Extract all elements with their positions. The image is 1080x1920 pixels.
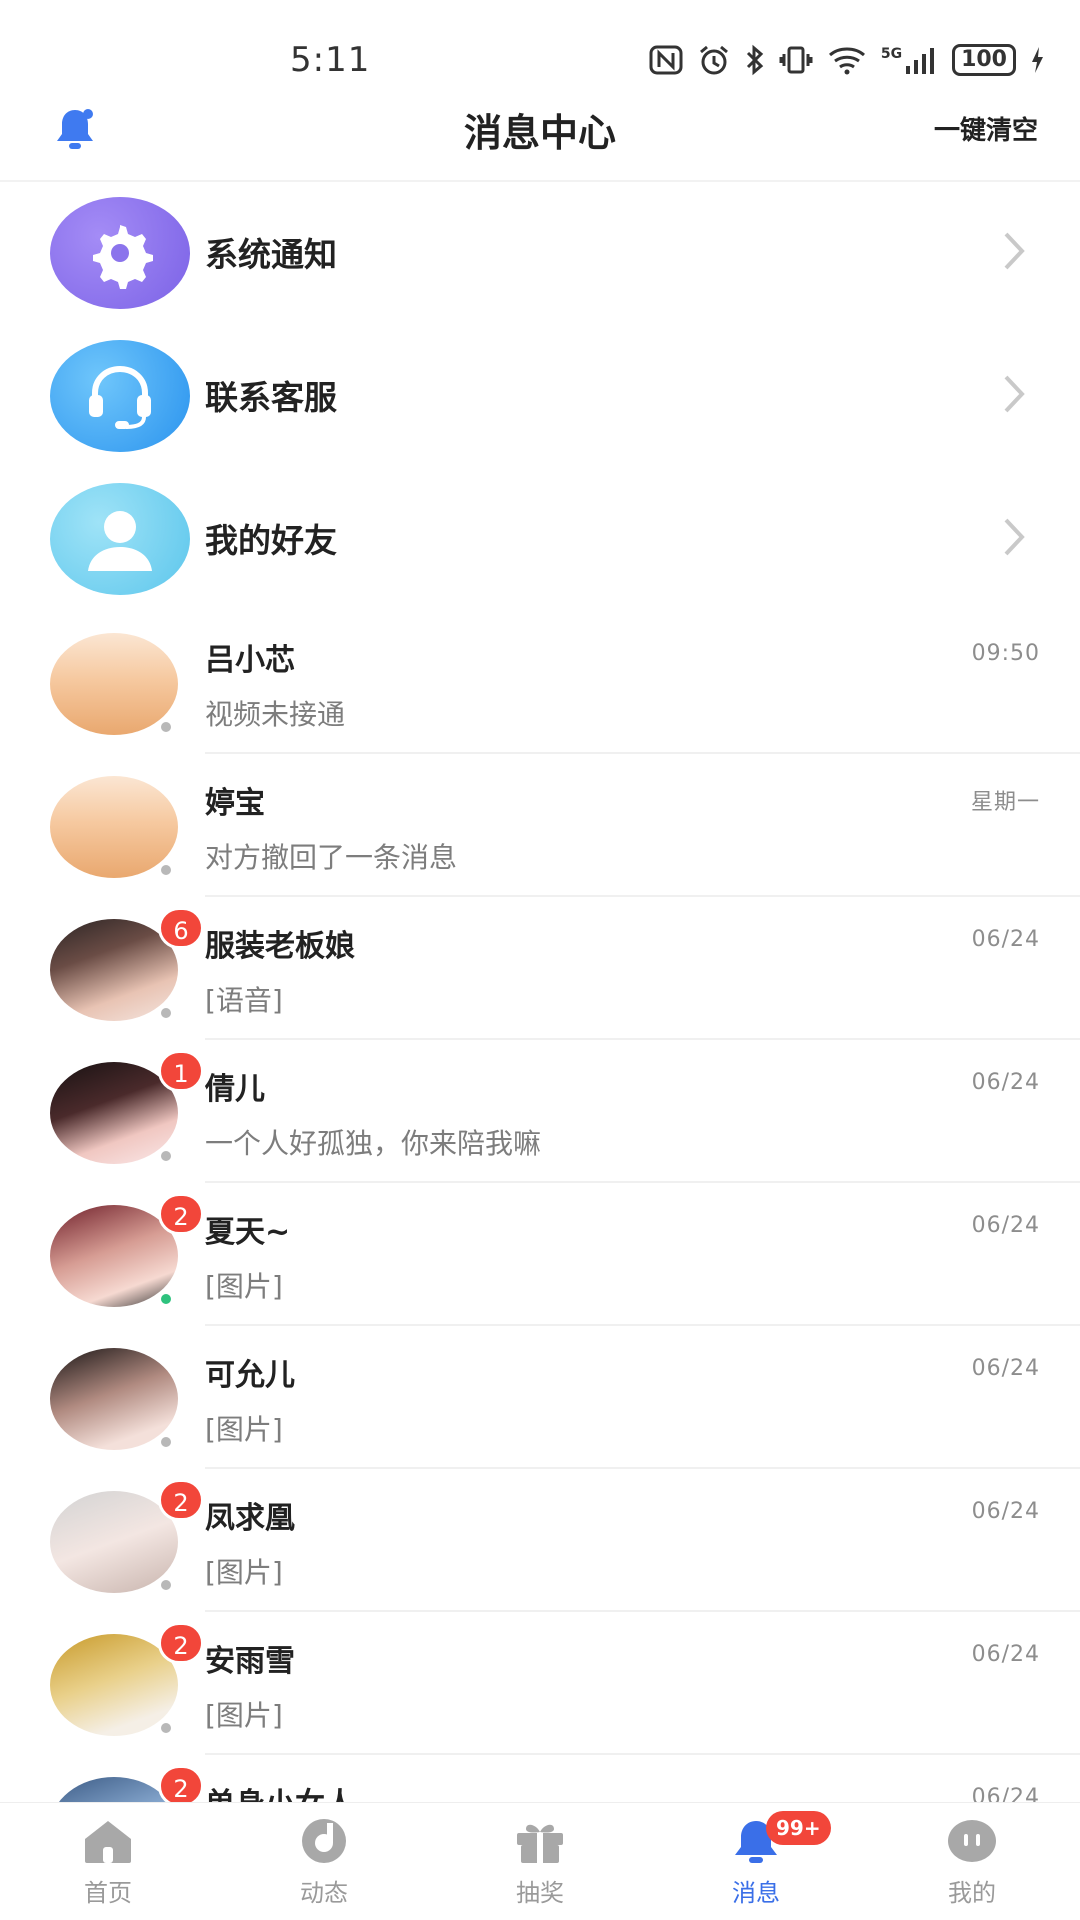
status-dot	[158, 1577, 174, 1593]
avatar	[50, 633, 178, 735]
alarm-icon	[697, 44, 731, 76]
last-message: [图片]	[205, 1270, 283, 1303]
status-time: 5:11	[290, 40, 371, 80]
tab-moments-label: 动态	[300, 1879, 348, 1907]
gift-icon	[517, 1824, 563, 1863]
bluetooth-icon	[745, 44, 765, 76]
last-message: [图片]	[205, 1556, 283, 1589]
conversation-row[interactable]: 2 安雨雪 [图片] 06/24	[0, 1612, 1080, 1755]
conversation-row[interactable]: 6 服装老板娘 [语音] 06/24	[0, 897, 1080, 1040]
messages-count-badge: 99+	[766, 1811, 831, 1845]
unread-badge: 2	[158, 1479, 204, 1521]
wifi-icon	[827, 45, 867, 75]
my-friends-label: 我的好友	[205, 521, 337, 560]
system-notice-entry[interactable]: 系统通知	[0, 182, 1080, 325]
message-time: 06/24	[971, 1213, 1040, 1238]
page-title: 消息中心	[463, 111, 616, 155]
signal-icon: 5G	[881, 46, 938, 74]
contact-name: 夏天~	[205, 1215, 291, 1250]
message-center-screen: 5:11 5G 100 消息中心 一键清空 系统通知 联系客服 我的好友 吕小芯…	[0, 0, 1080, 1920]
tab-lottery-label: 抽奖	[516, 1879, 564, 1907]
tab-moments[interactable]: 动态	[264, 1817, 384, 1908]
person-icon	[88, 511, 152, 571]
message-time: 06/24	[971, 927, 1040, 952]
contact-name: 婷宝	[205, 786, 265, 821]
conversation-row[interactable]: 2 夏天~ [图片] 06/24	[0, 1183, 1080, 1326]
unread-badge: 2	[158, 1765, 204, 1807]
header: 消息中心 一键清空	[0, 96, 1080, 180]
conversation-row[interactable]: 可允儿 [图片] 06/24	[0, 1326, 1080, 1469]
status-dot	[158, 1434, 174, 1450]
clear-all-button[interactable]: 一键清空	[934, 110, 1038, 147]
status-dot	[158, 862, 174, 878]
tab-home[interactable]: 首页	[48, 1817, 168, 1908]
unread-badge: 1	[158, 1050, 204, 1092]
bottom-tab-bar: 首页 动态 抽奖 99+ 消息 我的	[0, 1802, 1080, 1920]
customer-service-avatar	[50, 340, 190, 452]
customer-service-entry[interactable]: 联系客服	[0, 325, 1080, 468]
contact-name: 倩儿	[205, 1072, 265, 1107]
last-message: 对方撤回了一条消息	[205, 841, 458, 874]
message-time: 星期一	[970, 790, 1040, 815]
last-message: [图片]	[205, 1413, 283, 1446]
conversation-row[interactable]: 2 凤求凰 [图片] 06/24	[0, 1469, 1080, 1612]
contact-name: 可允儿	[205, 1358, 295, 1393]
nfc-icon	[649, 45, 683, 75]
tab-profile-label: 我的	[948, 1879, 996, 1907]
message-time: 06/24	[971, 1642, 1040, 1667]
unread-badge: 6	[158, 907, 204, 949]
chevron-right-icon	[1004, 232, 1025, 270]
contact-name: 服装老板娘	[205, 929, 355, 964]
message-time: 09:50	[971, 641, 1040, 666]
message-time: 06/24	[971, 1499, 1040, 1524]
online-status-dot	[158, 1291, 174, 1307]
contact-name: 吕小芯	[205, 643, 295, 678]
last-message: 一个人好孤独，你来陪我嘛	[205, 1127, 542, 1160]
status-dot	[158, 1005, 174, 1021]
tab-messages[interactable]: 99+ 消息	[696, 1811, 831, 1908]
last-message: [语音]	[205, 984, 283, 1017]
message-time: 06/24	[971, 1070, 1040, 1095]
my-friends-avatar	[50, 483, 190, 595]
chevron-right-icon	[1004, 375, 1025, 413]
status-dot	[158, 1148, 174, 1164]
status-icons: 5G 100	[649, 44, 1044, 76]
contact-name: 安雨雪	[205, 1644, 295, 1679]
tab-lottery[interactable]: 抽奖	[480, 1817, 600, 1908]
contact-name: 凤求凰	[205, 1501, 295, 1536]
charging-icon	[1030, 45, 1044, 75]
message-time: 06/24	[971, 1356, 1040, 1381]
headset-icon	[89, 365, 151, 429]
tab-profile[interactable]: 我的	[912, 1817, 1032, 1908]
avatar	[50, 1348, 178, 1450]
chevron-right-icon	[1004, 518, 1025, 556]
system-notice-avatar	[50, 197, 190, 309]
unread-badge: 2	[158, 1193, 204, 1235]
tab-home-label: 首页	[84, 1879, 132, 1907]
conversation-row[interactable]: 1 倩儿 一个人好孤独，你来陪我嘛 06/24	[0, 1040, 1080, 1183]
unread-badge: 2	[158, 1622, 204, 1664]
conversation-row[interactable]: 婷宝 对方撤回了一条消息 星期一	[0, 754, 1080, 897]
customer-service-label: 联系客服	[205, 378, 337, 417]
last-message: 视频未接通	[205, 698, 346, 731]
home-icon	[85, 1821, 131, 1863]
status-bar: 5:11 5G 100	[0, 0, 1080, 96]
avatar	[50, 776, 178, 878]
system-notice-label: 系统通知	[205, 235, 337, 274]
status-dot	[158, 719, 174, 735]
message-list: 系统通知 联系客服 我的好友 吕小芯 视频未接通 09:50 婷宝 对方撤回了一…	[0, 182, 1080, 1898]
status-dot	[158, 1720, 174, 1736]
gear-icon	[93, 225, 153, 289]
network-type: 5G	[880, 46, 903, 62]
vibrate-icon	[779, 45, 813, 75]
battery-indicator: 100	[952, 44, 1016, 76]
my-friends-entry[interactable]: 我的好友	[0, 468, 1080, 611]
profile-icon	[948, 1820, 996, 1862]
conversation-row[interactable]: 吕小芯 视频未接通 09:50	[0, 611, 1080, 754]
moments-icon	[302, 1819, 346, 1863]
tab-messages-label: 消息	[732, 1879, 780, 1907]
last-message: [图片]	[205, 1699, 283, 1732]
